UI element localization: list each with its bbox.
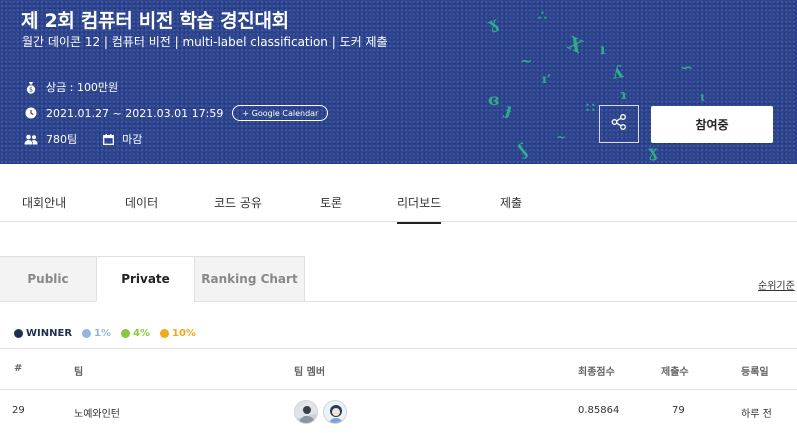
row-team-name[interactable]: 노예와인턴 — [74, 405, 120, 420]
legend-label: WINNER — [26, 328, 73, 339]
banner-decor-glyph: ∷ — [586, 100, 595, 116]
period-text: 2021.01.27 ~ 2021.03.01 17:59 — [46, 106, 224, 120]
banner-decor-glyph: ı — [600, 42, 606, 58]
member-avatar[interactable] — [323, 400, 347, 424]
banner-decor-glyph: ɩ — [700, 90, 705, 104]
join-button[interactable]: 참여중 — [651, 106, 773, 143]
header-date: 등록일 — [741, 367, 769, 378]
banner-decor-glyph: ɣ — [648, 142, 658, 161]
tab-discussion[interactable]: 토론 — [320, 194, 342, 211]
subtab-public[interactable]: Public — [0, 256, 97, 302]
banner-decor-glyph: ∽ — [680, 58, 694, 77]
tab-submit[interactable]: 제출 — [500, 194, 522, 211]
google-calendar-button[interactable]: + Google Calendar — [232, 105, 329, 121]
banner-decor-glyph: ɞ — [488, 90, 500, 109]
row-final-score: 0.85864 — [578, 405, 620, 416]
legend-10-percent: 10% — [160, 328, 196, 339]
sort-criteria-link[interactable]: 순위기준 — [758, 277, 795, 292]
table-row[interactable]: 29 노예와인턴 0.85864 79 하루 전 — [0, 391, 797, 433]
legend-4-percent: 4% — [121, 328, 150, 339]
calendar-icon — [101, 132, 115, 146]
legend-dot — [160, 329, 169, 338]
prize-text: 상금 : 100만원 — [46, 81, 119, 94]
team-icon — [24, 132, 38, 146]
tab-leaderboard[interactable]: 리더보드 — [397, 194, 442, 224]
subtab-ranking-chart[interactable]: Ranking Chart — [194, 256, 305, 302]
banner-decor-glyph: ɿ — [620, 88, 627, 103]
rank-legend: WINNER 1% 4% 10% — [14, 328, 206, 339]
competition-tabs: 대회안내 데이터 코드 공유 토론 리더보드 제출 — [0, 186, 797, 224]
teams-count: 780팀 — [46, 133, 78, 146]
leaderboard-header: # 팀 팀 멤버 최종점수 제출수 등록일 — [0, 348, 797, 390]
legend-dot — [14, 329, 23, 338]
competition-title: 제 2회 컴퓨터 비전 학습 경진대회 — [21, 10, 289, 32]
subtab-private[interactable]: Private — [96, 256, 195, 302]
teams-row: 780팀 마감 — [24, 131, 142, 147]
legend-label: 10% — [172, 328, 196, 339]
header-team: 팀 — [74, 367, 84, 378]
row-rank: 29 — [12, 405, 25, 416]
share-button[interactable] — [599, 105, 639, 143]
tab-code-share[interactable]: 코드 공유 — [214, 194, 262, 211]
banner-decor-glyph: ʎ — [610, 62, 625, 84]
banner-decor-glyph: ıʼ — [542, 72, 551, 86]
banner-decor-glyph: ʃ — [515, 139, 530, 160]
share-icon — [610, 113, 628, 135]
legend-dot — [121, 329, 131, 338]
header-rank: # — [14, 363, 23, 374]
header-submissions: 제출수 — [661, 367, 689, 378]
row-submission-count: 79 — [672, 405, 685, 416]
banner-decor-glyph: ~ — [520, 52, 533, 70]
legend-dot — [82, 329, 92, 338]
member-avatar[interactable] — [294, 400, 318, 424]
status-group: 마감 — [101, 131, 142, 147]
legend-label: 1% — [94, 328, 112, 339]
status-text: 마감 — [122, 133, 143, 146]
svg-text:$: $ — [29, 86, 33, 93]
leaderboard-subtabs: Public Private Ranking Chart — [0, 256, 797, 302]
banner-decor-glyph: ɟ — [503, 99, 515, 120]
banner-decor-glyph: X — [564, 33, 586, 58]
competition-banner: ɣ ∴ X ı ~ ʎ ∽ ɞ ɟ ıʼ ∷ ɿ ʃ ~ ɣ ɩ 제 2회 컴퓨… — [0, 0, 797, 164]
competition-subtitle: 월간 데이콘 12 | 컴퓨터 비전 | multi-label classif… — [22, 35, 388, 49]
tab-overview[interactable]: 대회안내 — [22, 194, 66, 211]
row-date: 하루 전 — [741, 409, 772, 420]
clock-icon — [24, 106, 38, 120]
header-final-score: 최종점수 — [578, 367, 615, 378]
banner-decor-glyph: ɣ — [485, 12, 501, 35]
legend-winner: WINNER — [14, 328, 72, 339]
tab-data[interactable]: 데이터 — [125, 194, 158, 211]
period-row: 2021.01.27 ~ 2021.03.01 17:59 + Google C… — [24, 105, 329, 121]
money-bag-icon: $ — [24, 80, 38, 94]
legend-label: 4% — [133, 328, 150, 339]
legend-1-percent: 1% — [82, 328, 111, 339]
banner-decor-glyph: ∴ — [538, 8, 547, 24]
prize-row: $ 상금 : 100만원 — [24, 79, 118, 95]
banner-decor-glyph: ~ — [556, 130, 567, 144]
header-members: 팀 멤버 — [294, 367, 326, 378]
